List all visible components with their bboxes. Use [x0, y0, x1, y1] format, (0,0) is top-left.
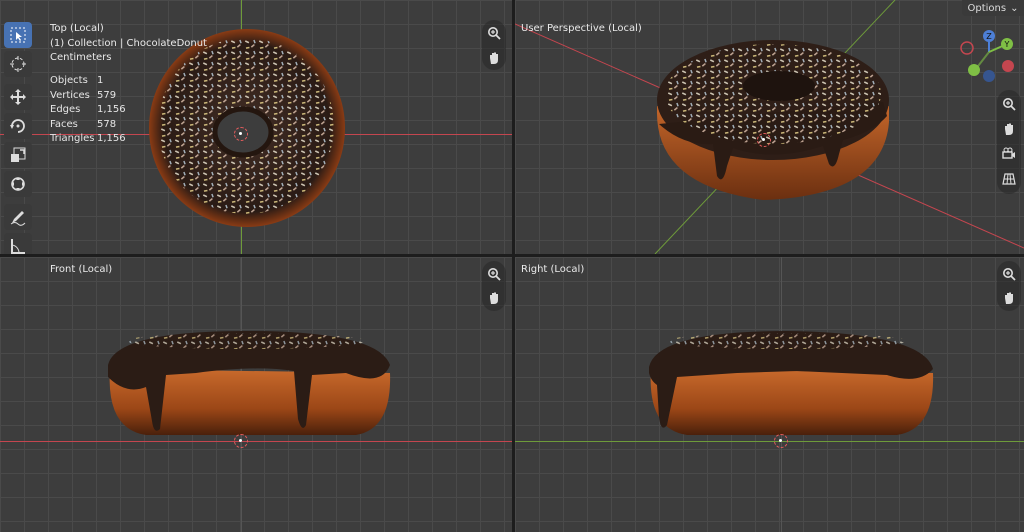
collection-label: (1) Collection | ChocolateDonut — [50, 38, 207, 49]
pan-hand-icon[interactable] — [998, 287, 1020, 309]
viewport-divider-horizontal[interactable] — [0, 254, 1024, 257]
rotate-icon[interactable] — [4, 113, 32, 139]
zoom-icon[interactable] — [998, 263, 1020, 285]
viewport-title: User Perspective (Local) — [521, 23, 642, 34]
stat-label: Triangles — [50, 133, 95, 144]
pan-hand-icon[interactable] — [998, 118, 1020, 140]
zoom-icon[interactable] — [483, 22, 505, 44]
viewport-title: Top (Local) — [50, 23, 104, 34]
viewport-title: Right (Local) — [521, 264, 585, 275]
stat-value: 579 — [97, 89, 117, 101]
select-box-icon[interactable] — [4, 22, 32, 48]
x-axis-line — [0, 441, 512, 442]
stat-label: Objects — [50, 75, 88, 86]
zoom-icon[interactable] — [998, 93, 1020, 115]
donut-top-view — [149, 29, 345, 227]
annotate-icon[interactable] — [4, 204, 32, 230]
viewport-top[interactable]: Top (Local) (1) Collection | ChocolateDo… — [0, 0, 512, 254]
options-label: Options — [967, 2, 1007, 14]
chevron-down-icon: ⌄ — [1010, 2, 1019, 14]
stat-label: Edges — [50, 104, 81, 115]
move-icon[interactable] — [4, 84, 32, 110]
measure-icon[interactable] — [4, 233, 32, 254]
donut-perspective-view — [656, 40, 889, 200]
options-button[interactable]: Options ⌄ — [962, 0, 1024, 16]
stat-value: 1,156 — [97, 104, 126, 115]
3d-cursor — [234, 434, 248, 448]
viewport-perspective[interactable]: User Perspective (Local) Options ⌄ Z Y — [515, 0, 1024, 254]
scene-statistics: Objects 1 Vertices 579 Edges 1,156 Faces 578… — [50, 74, 126, 147]
3d-cursor — [774, 434, 788, 448]
stat-value: 1 — [97, 75, 104, 86]
pan-hand-icon[interactable] — [483, 47, 505, 69]
cursor-icon[interactable] — [4, 51, 32, 77]
units-label: Centimeters — [50, 52, 112, 63]
grid-toggle-icon[interactable] — [998, 168, 1020, 190]
pan-hand-icon[interactable] — [483, 287, 505, 309]
gizmo-z-label: Z — [986, 32, 992, 41]
navigation-gizmo[interactable]: Z Y — [955, 26, 1023, 86]
camera-icon[interactable] — [998, 143, 1020, 165]
3d-cursor — [757, 133, 771, 147]
gizmo-y-label: Y — [1004, 40, 1010, 49]
stat-label: Faces — [50, 118, 78, 130]
donut-right-view — [649, 331, 934, 435]
zoom-icon[interactable] — [483, 263, 505, 285]
scale-icon[interactable] — [4, 142, 32, 168]
stat-value: 1,156 — [97, 133, 126, 144]
viewport-front[interactable]: Front (Local) — [0, 257, 512, 532]
y-axis-line — [515, 441, 1024, 442]
3d-cursor — [234, 127, 248, 141]
transform-icon[interactable] — [4, 171, 32, 197]
donut-front-view — [108, 331, 391, 435]
viewport-right[interactable]: Right (Local) — [515, 257, 1024, 532]
viewport-divider-vertical[interactable] — [512, 0, 515, 532]
stat-label: Vertices — [50, 89, 90, 101]
stat-value: 578 — [97, 118, 117, 130]
tool-shelf — [4, 22, 36, 254]
viewport-title: Front (Local) — [50, 264, 113, 275]
